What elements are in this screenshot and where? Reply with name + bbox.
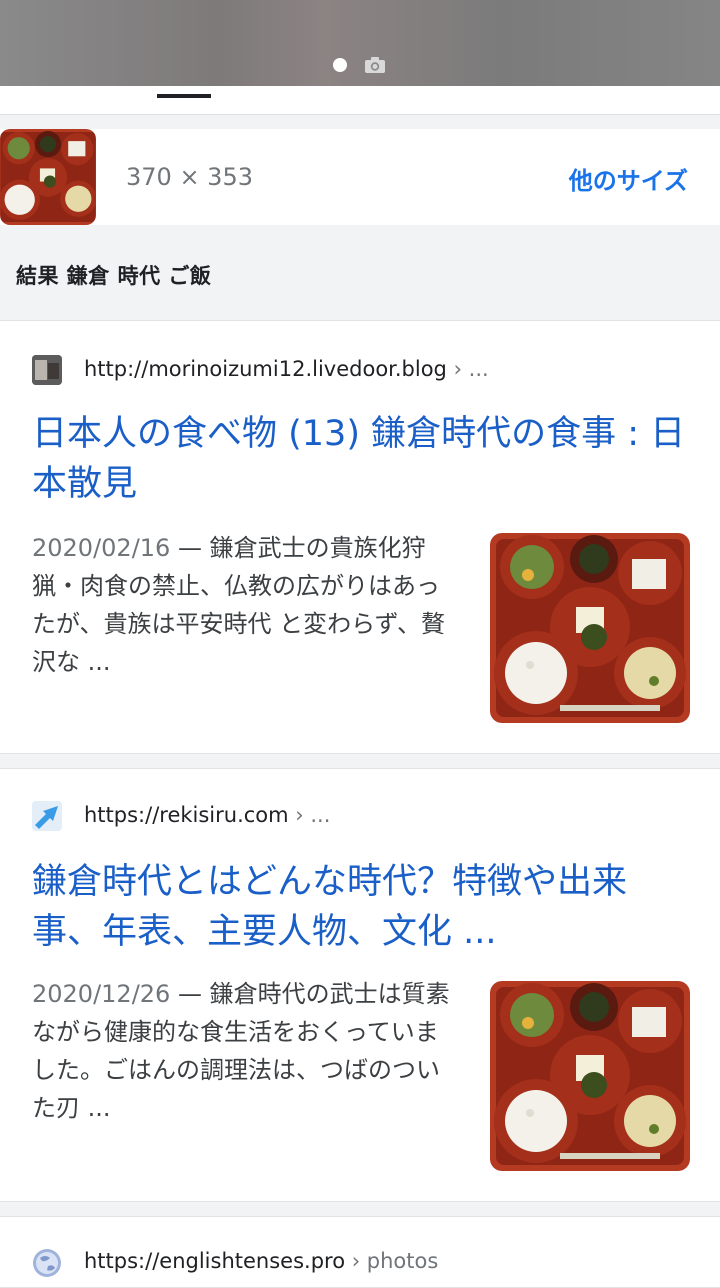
image-preview-header[interactable] <box>0 0 720 86</box>
result-url[interactable]: https://rekisiru.com › ... <box>84 803 330 827</box>
result-card[interactable]: http://morinoizumi12.livedoor.blog › ...… <box>0 320 720 754</box>
result-url[interactable]: https://englishtenses.pro › photos <box>84 1249 438 1273</box>
site-favicon-icon <box>32 355 62 385</box>
results-label: 結果 鎌倉 時代 ご飯 <box>16 264 212 288</box>
result-image[interactable] <box>490 533 690 723</box>
result-breadcrumb: › ... <box>288 803 331 827</box>
image-size-bar: 370 × 353 他のサイズ <box>0 129 720 225</box>
result-title-link[interactable]: 日本人の食べ物 (13) 鎌倉時代の食事 : 日本散見 <box>32 409 692 509</box>
result-breadcrumb: › ... <box>446 357 489 381</box>
result-date: 2020/02/16 <box>32 534 171 562</box>
tab-strip <box>0 86 720 115</box>
globe-icon <box>32 1248 62 1278</box>
result-card[interactable]: https://rekisiru.com › ... 鎌倉時代とはどんな時代？特… <box>0 768 720 1202</box>
result-url[interactable]: http://morinoizumi12.livedoor.blog › ... <box>84 357 489 381</box>
result-card[interactable]: https://englishtenses.pro › photos <box>0 1216 720 1288</box>
result-image[interactable] <box>490 981 690 1171</box>
more-sizes-link[interactable]: 他のサイズ <box>569 161 688 196</box>
result-domain: https://rekisiru.com <box>84 803 289 827</box>
active-tab-indicator <box>157 94 211 98</box>
result-date: 2020/12/26 <box>32 980 171 1008</box>
result-domain: http://morinoizumi12.livedoor.blog <box>84 357 447 381</box>
result-snippet: 2020/12/26 — 鎌倉時代の武士は質素ながら健康的な食生活をおくっていま… <box>32 975 462 1127</box>
camera-icon[interactable] <box>364 56 386 74</box>
result-breadcrumb: › photos <box>345 1249 439 1273</box>
image-dimensions: 370 × 353 <box>126 163 253 191</box>
carousel-dot <box>333 58 347 72</box>
image-thumbnail[interactable] <box>0 129 96 225</box>
result-title-link[interactable]: 鎌倉時代とはどんな時代？特徴や出来事、年表、主要人物、文化 ... <box>32 857 692 957</box>
result-snippet: 2020/02/16 — 鎌倉武士の貴族化狩猟・肉食の禁止、仏教の広がりはあった… <box>32 529 462 681</box>
site-favicon-icon <box>32 801 62 831</box>
result-domain: https://englishtenses.pro <box>84 1249 346 1273</box>
